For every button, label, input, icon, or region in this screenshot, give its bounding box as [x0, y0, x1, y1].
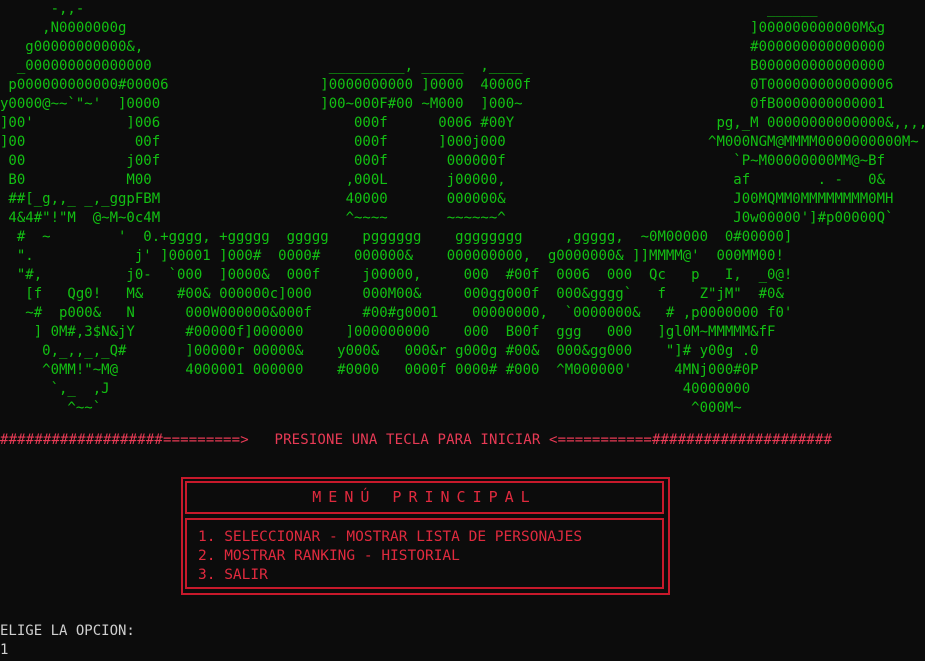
- menu-title: MENÚ PRINCIPAL: [312, 488, 537, 506]
- ascii-art-title: -,,- ______ ,N0000000g ]000000000000M&g: [0, 1, 925, 416]
- press-key-banner: ###################=========> PRESIONE U…: [0, 432, 833, 448]
- main-menu: MENÚ PRINCIPAL 1. SELECCIONAR - MOSTRAR …: [181, 477, 670, 595]
- menu-item-exit[interactable]: 3. SALIR: [198, 566, 662, 585]
- menu-item-ranking-history[interactable]: 2. MOSTRAR RANKING - HISTORIAL: [198, 547, 662, 566]
- option-input[interactable]: 1: [0, 641, 8, 660]
- option-prompt: ELIGE LA OPCION:: [0, 623, 135, 639]
- menu-options: 1. SELECCIONAR - MOSTRAR LISTA DE PERSON…: [185, 518, 664, 589]
- menu-title-box: MENÚ PRINCIPAL: [185, 481, 664, 514]
- menu-item-select-characters[interactable]: 1. SELECCIONAR - MOSTRAR LISTA DE PERSON…: [198, 528, 662, 547]
